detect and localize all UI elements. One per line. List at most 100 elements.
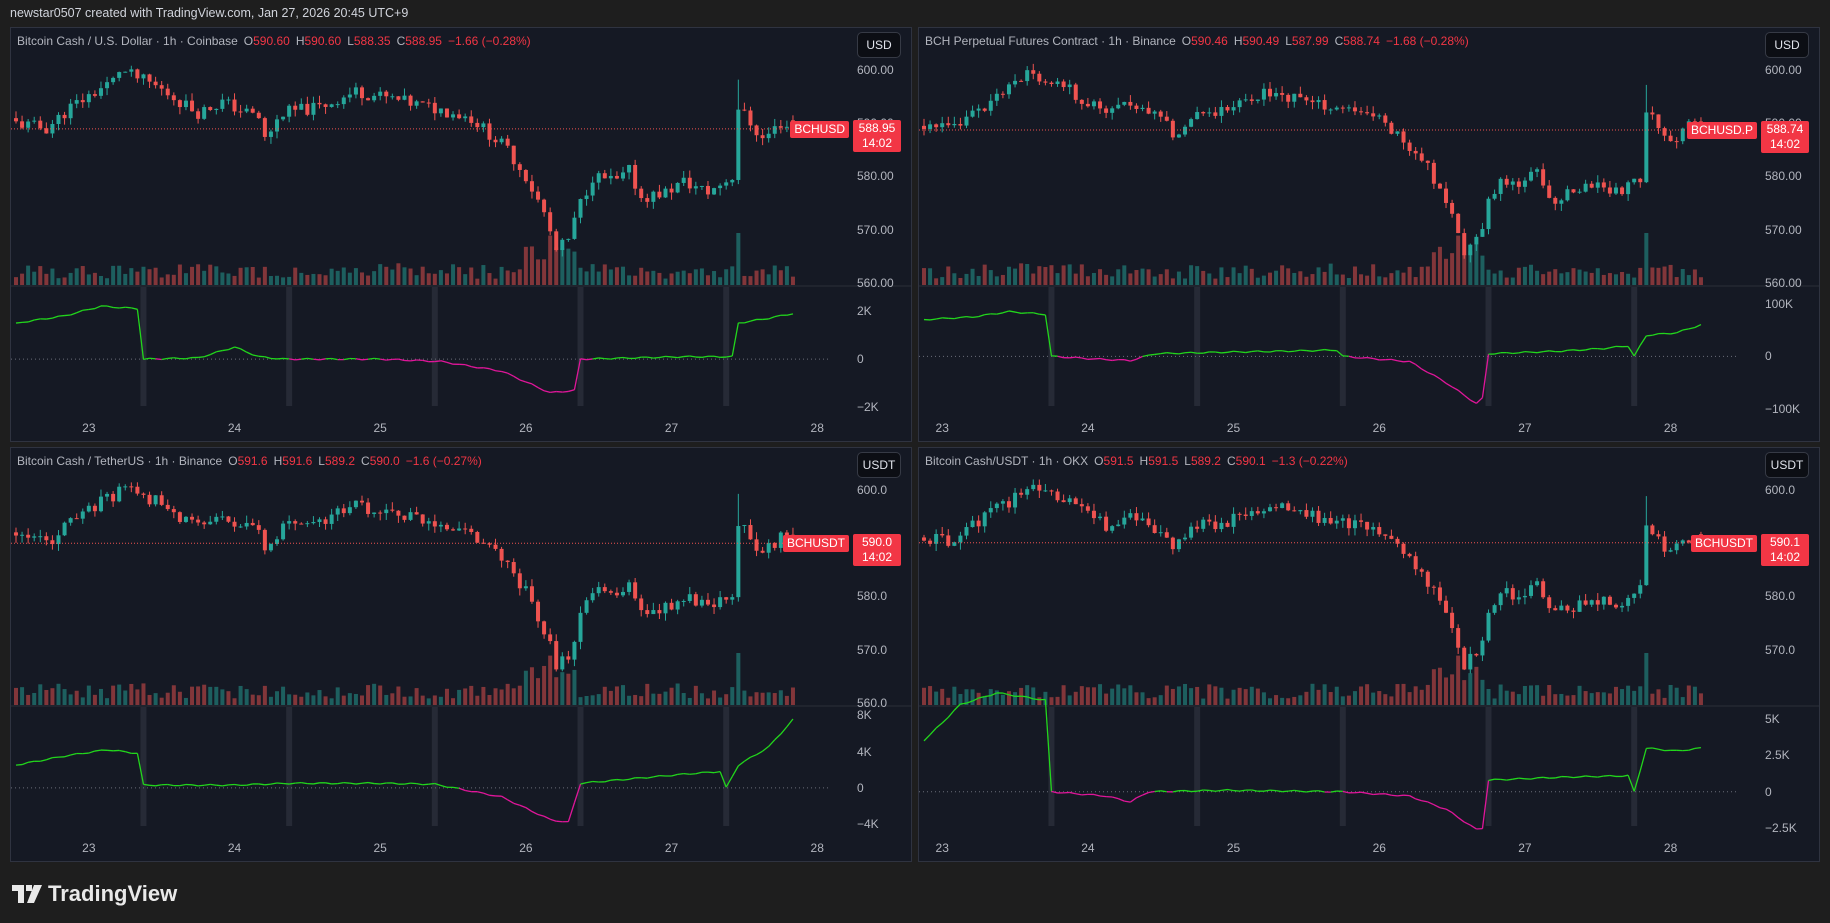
currency-button[interactable]: USD: [857, 32, 901, 58]
chart-panel[interactable]: Bitcoin Cash / TetherUS · 1h · Binance O5…: [10, 447, 912, 862]
symbol-title[interactable]: BCH Perpetual Futures Contract · 1h · Bi…: [925, 34, 1176, 48]
volume-bar: [111, 685, 116, 705]
volume-bar: [493, 688, 498, 705]
indicator-segment: [1160, 790, 1167, 793]
high-label: H: [1139, 454, 1149, 468]
candle-body: [1450, 202, 1455, 214]
candle: [554, 228, 559, 252]
candles: [14, 482, 795, 672]
volume-bar: [499, 689, 504, 705]
volume-bar: [536, 259, 541, 285]
candle-body: [766, 133, 771, 139]
candle: [50, 535, 55, 550]
candle: [1437, 182, 1442, 189]
candle: [1104, 511, 1109, 533]
candle-body: [1583, 600, 1588, 605]
candle: [1225, 520, 1230, 528]
low-value: 587.99: [1291, 34, 1329, 48]
chart-canvas[interactable]: [919, 28, 1820, 442]
currency-button[interactable]: USDT: [857, 452, 901, 478]
candle: [1468, 646, 1473, 674]
symbol-header: BCH Perpetual Futures Contract · 1h · Bi…: [925, 34, 1475, 48]
candle-body: [657, 191, 662, 198]
volume-bar: [1243, 689, 1248, 705]
volume-bar: [958, 277, 963, 285]
symbol-title[interactable]: Bitcoin Cash / U.S. Dollar · 1h · Coinba…: [17, 34, 238, 48]
volume-bar: [1674, 277, 1679, 285]
volume-bar: [26, 265, 31, 285]
candle-body: [1632, 593, 1637, 598]
candle-body: [305, 523, 310, 525]
candle: [742, 102, 747, 112]
candle: [1595, 593, 1600, 611]
candle-body: [475, 122, 480, 128]
candle-body: [196, 111, 201, 119]
chart-canvas[interactable]: [11, 448, 912, 862]
volume-bar: [384, 266, 389, 285]
candle: [1073, 82, 1078, 104]
candle: [1492, 603, 1497, 615]
volume-bar: [1437, 246, 1442, 285]
candle: [952, 116, 957, 128]
indicator-axis-label: 8K: [857, 708, 872, 723]
volume-bar: [1359, 274, 1364, 285]
candle-body: [584, 195, 589, 200]
indicator-segment: [179, 783, 187, 787]
volume-bar: [190, 266, 195, 285]
indicator-segment: [458, 787, 466, 792]
indicator-segment: [610, 357, 618, 360]
symbol-title[interactable]: Bitcoin Cash/USDT · 1h · OKX: [925, 454, 1088, 468]
volume-bar: [438, 270, 443, 285]
candle: [341, 95, 346, 109]
volume-bar: [1680, 697, 1685, 705]
indicator-segment: [768, 739, 776, 747]
volume-bar: [1134, 270, 1139, 285]
candle: [414, 506, 419, 515]
volume-bar: [469, 685, 474, 705]
candle-body: [1626, 182, 1631, 195]
indicator-segment: [367, 781, 375, 785]
candle-body: [1559, 200, 1564, 204]
volume-bar: [1632, 690, 1637, 705]
chart-canvas[interactable]: [919, 448, 1820, 862]
candle: [1249, 507, 1254, 521]
candle: [1437, 581, 1442, 605]
chart-panel[interactable]: BCH Perpetual Futures Contract · 1h · Bi…: [918, 27, 1820, 442]
indicator-segment: [27, 319, 35, 323]
indicator-segment: [155, 784, 162, 787]
chart-panel[interactable]: Bitcoin Cash / U.S. Dollar · 1h · Coinba…: [10, 27, 912, 442]
candle-body: [1365, 112, 1370, 114]
indicator-segment: [1439, 807, 1447, 810]
indicator-segment: [82, 308, 89, 311]
session-band: [1194, 287, 1201, 406]
symbol-title[interactable]: Bitcoin Cash / TetherUS · 1h · Binance: [17, 454, 222, 468]
volume-bar: [299, 272, 304, 285]
indicator-segment: [507, 799, 515, 804]
symbol-tag: BCHUSDT: [782, 535, 849, 553]
candle-body: [1419, 153, 1424, 161]
volume-bar: [329, 698, 334, 705]
candle: [275, 536, 280, 546]
chart-panel[interactable]: Bitcoin Cash/USDT · 1h · OKX O591.5 H591.5…: [918, 447, 1820, 862]
symbol-header: Bitcoin Cash/USDT · 1h · OKX O591.5 H591.5…: [925, 454, 1354, 468]
currency-button[interactable]: USDT: [1765, 452, 1809, 478]
candle: [190, 93, 195, 112]
volume-bar: [1310, 683, 1315, 705]
candle: [1371, 522, 1376, 536]
price-axis-label: 580.00: [1765, 169, 1802, 184]
indicator-segment: [495, 370, 502, 373]
candle: [493, 136, 498, 148]
candle: [1049, 81, 1054, 87]
candle: [663, 601, 668, 621]
candle: [1401, 128, 1406, 150]
tradingview-brand[interactable]: TradingView: [12, 881, 177, 907]
candle: [214, 108, 219, 115]
candle-body: [378, 91, 383, 96]
candle-body: [268, 131, 273, 137]
time-axis-label: 25: [373, 421, 387, 435]
candle-body: [1104, 108, 1109, 113]
currency-button[interactable]: USD: [1765, 32, 1809, 58]
chart-canvas[interactable]: [11, 28, 912, 442]
candle: [934, 529, 939, 552]
candle-body: [1413, 556, 1418, 570]
